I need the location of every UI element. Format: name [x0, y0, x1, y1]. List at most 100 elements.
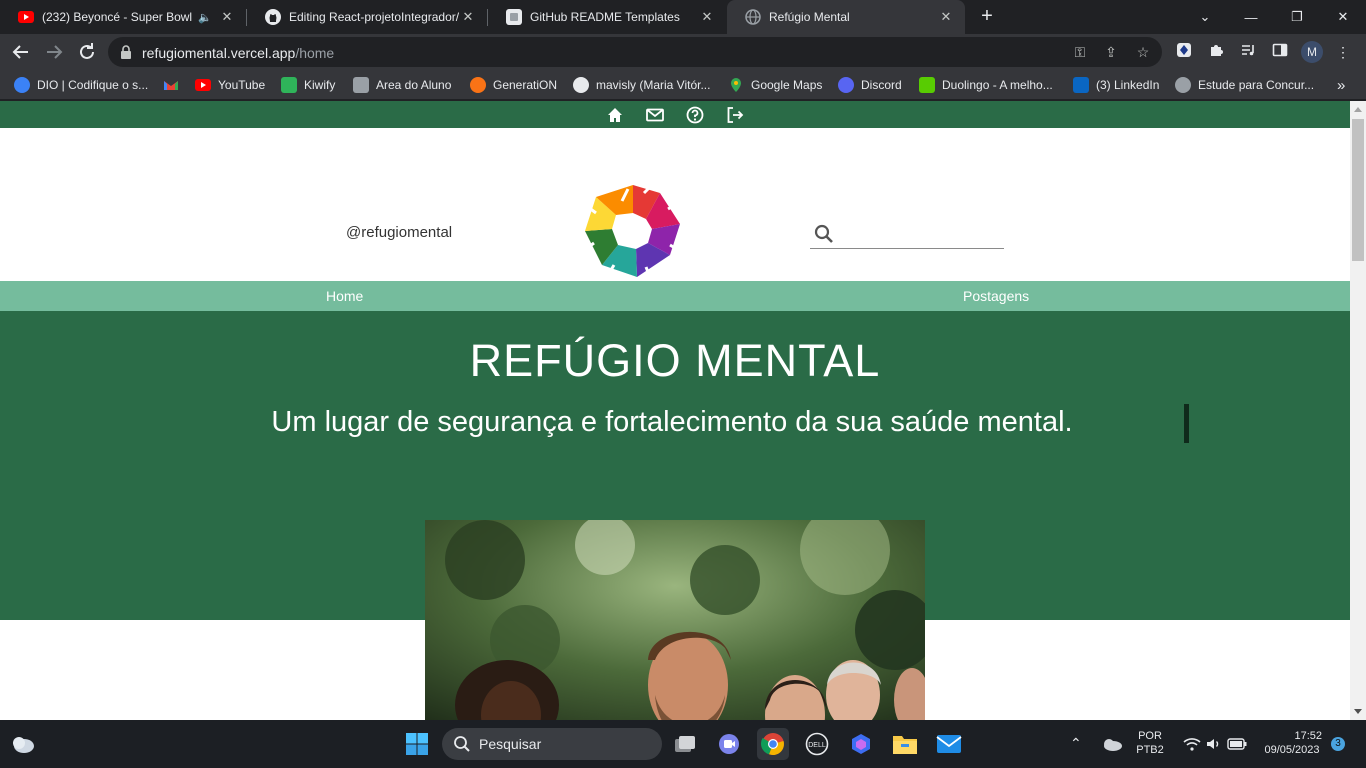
search-icon	[453, 735, 471, 756]
windows-taskbar: Pesquisar DELL ⌃ POR PTB2 17:52 09/05/20…	[0, 720, 1366, 768]
chrome-taskbar-icon[interactable]	[757, 728, 789, 760]
bookmark-generation[interactable]: GeneratiON	[470, 76, 557, 94]
address-bar[interactable]: refugiomental.vercel.app/home ⚿ ⇪ ☆	[108, 37, 1162, 67]
search-input[interactable]	[840, 223, 1000, 245]
menu-item-postagens[interactable]: Postagens	[963, 288, 1029, 304]
extension-icon[interactable]	[1174, 42, 1194, 62]
media-control-icon[interactable]	[1238, 42, 1258, 62]
extensions-puzzle-icon[interactable]	[1206, 42, 1226, 62]
key-icon[interactable]: ⚿	[1072, 44, 1088, 60]
tab-github-editing[interactable]: Editing React-projetoIntegrador/ ✕	[247, 0, 487, 34]
profile-avatar[interactable]: M	[1301, 41, 1323, 63]
windows-search[interactable]: Pesquisar	[442, 728, 662, 760]
back-icon[interactable]	[9, 40, 33, 64]
github-icon	[265, 9, 281, 25]
tab-strip: (232) Beyoncé - Super Bowl X 🔈 ✕ Editing…	[0, 0, 1366, 34]
bookmark-duolingo[interactable]: Duolingo - A melho...	[919, 76, 1053, 94]
page-viewport: @refugiomental Home Postagens REFÚGIO ME…	[0, 101, 1350, 720]
chrome-menu-icon[interactable]: ⋮	[1333, 42, 1353, 62]
copilot-icon[interactable]	[845, 728, 877, 760]
onedrive-icon[interactable]	[1096, 728, 1128, 760]
linkedin-icon	[1073, 77, 1089, 93]
side-panel-icon[interactable]	[1270, 42, 1290, 62]
home-icon[interactable]	[605, 105, 625, 125]
bookmarks-bar: DIO | Codifique o s... YouTube Kiwify Ar…	[0, 70, 1366, 100]
bookmark-linkedin[interactable]: (3) LinkedIn	[1073, 76, 1159, 94]
kiwify-icon	[281, 77, 297, 93]
close-tab-icon[interactable]: ✕	[459, 9, 477, 25]
page-scrollbar[interactable]	[1350, 101, 1366, 720]
hero-photo	[425, 520, 925, 720]
bookmarks-overflow-button[interactable]: »	[1337, 76, 1345, 94]
bookmark-gmail[interactable]	[163, 76, 186, 94]
instagram-handle[interactable]: @refugiomental	[346, 224, 452, 241]
bookmark-dio[interactable]: DIO | Codifique o s...	[14, 76, 148, 94]
close-tab-icon[interactable]: ✕	[698, 9, 716, 25]
language-label: POR	[1138, 730, 1162, 742]
url-host: refugiomental.vercel.app	[142, 45, 296, 61]
speaker-icon[interactable]: 🔈	[198, 11, 212, 24]
tab-youtube[interactable]: (232) Beyoncé - Super Bowl X 🔈 ✕	[0, 0, 246, 34]
tab-search-icon[interactable]: ⌄	[1182, 0, 1228, 34]
star-icon[interactable]: ☆	[1135, 44, 1151, 60]
bookmark-discord[interactable]: Discord	[838, 76, 902, 94]
bookmark-youtube[interactable]: YouTube	[195, 76, 265, 94]
dell-icon[interactable]: DELL	[801, 728, 833, 760]
refugio-mental-logo[interactable]	[582, 179, 684, 281]
typing-cursor	[1184, 404, 1189, 443]
weather-icon[interactable]	[7, 728, 39, 760]
youtube-icon	[18, 9, 34, 25]
tab-refugio-mental[interactable]: Refúgio Mental ✕	[727, 0, 965, 34]
file-explorer-icon[interactable]	[889, 728, 921, 760]
bookmark-kiwify[interactable]: Kiwify	[281, 76, 335, 94]
bookmark-label: Discord	[861, 78, 902, 92]
bookmark-label: GeneratiON	[493, 78, 558, 92]
share-icon[interactable]: ⇪	[1103, 44, 1119, 60]
minimize-button[interactable]: —	[1228, 0, 1274, 34]
search-box[interactable]	[810, 221, 1004, 249]
restore-button[interactable]: ❐	[1274, 0, 1320, 34]
concurso-icon	[1175, 77, 1191, 93]
bookmark-mavisly[interactable]: mavisly (Maria Vitór...	[573, 76, 710, 94]
gmail-icon	[163, 77, 179, 93]
input-language[interactable]: POR PTB2	[1131, 730, 1169, 756]
lock-icon[interactable]	[120, 45, 132, 64]
area-aluno-icon	[353, 77, 369, 93]
battery-icon[interactable]	[1221, 728, 1253, 760]
tab-readme-templates[interactable]: GitHub README Templates ✕	[488, 0, 726, 34]
reload-icon[interactable]	[75, 40, 99, 64]
bookmark-label: Estude para Concur...	[1198, 78, 1315, 92]
bookmark-label: DIO | Codifique o s...	[37, 78, 149, 92]
dio-icon	[14, 77, 30, 93]
help-icon[interactable]	[685, 105, 705, 125]
notification-badge[interactable]: 3	[1331, 737, 1345, 751]
bookmark-estude-concurso[interactable]: Estude para Concur...	[1175, 76, 1314, 94]
scroll-up-arrow[interactable]	[1354, 107, 1362, 112]
scrollbar-thumb[interactable]	[1352, 119, 1364, 261]
bookmark-area-aluno[interactable]: Area do Aluno	[353, 76, 451, 94]
top-icon-nav	[0, 101, 1350, 128]
logout-icon[interactable]	[725, 105, 745, 125]
scroll-down-arrow[interactable]	[1354, 709, 1362, 714]
close-tab-icon[interactable]: ✕	[937, 9, 955, 25]
tab-title: (232) Beyoncé - Super Bowl X	[42, 10, 193, 24]
menu-item-home[interactable]: Home	[326, 288, 363, 304]
tab-title: Editing React-projetoIntegrador/	[289, 10, 459, 24]
mail-app-icon[interactable]	[933, 728, 965, 760]
start-icon[interactable]	[401, 728, 433, 760]
new-tab-button[interactable]: +	[976, 5, 998, 27]
bookmark-google-maps[interactable]: Google Maps	[728, 76, 822, 94]
url-text: refugiomental.vercel.app/home	[142, 45, 334, 61]
bookmark-label: mavisly (Maria Vitór...	[596, 78, 711, 92]
show-hidden-icons[interactable]: ⌃	[1070, 735, 1082, 752]
clock[interactable]: 17:52 09/05/2023	[1254, 730, 1330, 756]
youtube-icon	[195, 77, 211, 93]
close-tab-icon[interactable]: ✕	[218, 9, 236, 25]
mail-icon[interactable]	[645, 105, 665, 125]
forward-icon[interactable]	[42, 40, 66, 64]
close-window-button[interactable]: ✕	[1320, 0, 1366, 34]
task-view-icon[interactable]	[669, 728, 701, 760]
keyboard-layout-label: PTB2	[1136, 744, 1164, 756]
search-icon	[813, 223, 835, 250]
teams-chat-icon[interactable]	[713, 728, 745, 760]
